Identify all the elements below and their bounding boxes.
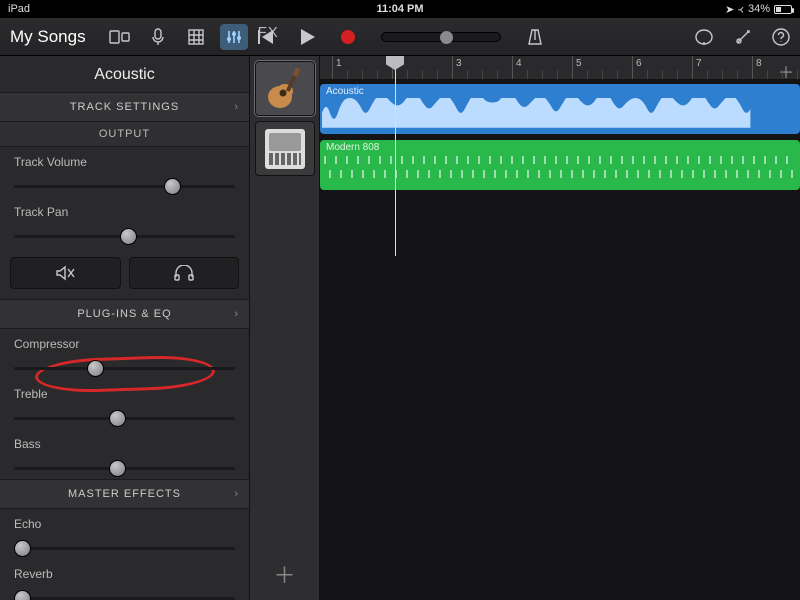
playhead[interactable] (395, 56, 396, 256)
ruler-tick: 8 (752, 56, 753, 79)
output-subheading: OUTPUT (0, 122, 249, 147)
location-icon: ➤ (725, 3, 734, 16)
plugins-eq-section[interactable]: PLUG-INS & EQ › (0, 299, 249, 329)
echo-label: Echo (14, 517, 235, 531)
grid-icon[interactable] (182, 24, 210, 50)
chevron-right-icon: › (234, 488, 239, 500)
track-volume-slider[interactable] (14, 177, 235, 195)
help-icon[interactable] (772, 28, 790, 46)
guitar-icon (263, 67, 307, 111)
track-settings-section[interactable]: TRACK SETTINGS › (0, 92, 249, 122)
region-label: Modern 808 (326, 142, 379, 153)
region-modern-808[interactable]: Modern 808 (320, 140, 800, 190)
bass-control: Bass (0, 429, 249, 479)
ruler-tick: 7 (692, 56, 693, 79)
bass-slider[interactable] (14, 459, 235, 477)
treble-control: Treble (0, 379, 249, 429)
battery-pct: 34% (748, 3, 770, 15)
reverb-label: Reverb (14, 567, 235, 581)
status-bar: iPad 11:04 PM ➤ ᚜ 34% (0, 0, 800, 18)
plugins-eq-label: PLUG-INS & EQ (77, 308, 171, 320)
drum-machine-icon (265, 129, 305, 169)
view-toggle-button[interactable] (106, 24, 134, 50)
track-name-heading: Acoustic (0, 56, 249, 92)
status-time: 11:04 PM (376, 3, 423, 15)
main-toolbar: My Songs FX (0, 18, 800, 56)
bass-label: Bass (14, 437, 235, 451)
solo-headphones-button[interactable] (129, 257, 240, 289)
waveform-icon (322, 98, 798, 128)
rewind-button[interactable] (257, 30, 275, 44)
track-header-column: ＋ (250, 56, 320, 600)
record-button[interactable] (341, 30, 355, 44)
mixer-icon[interactable] (220, 24, 248, 50)
compressor-control: Compressor (0, 329, 249, 379)
device-label: iPad (8, 3, 30, 15)
track-volume-label: Track Volume (14, 155, 235, 169)
transport-controls (257, 28, 543, 46)
treble-slider[interactable] (14, 409, 235, 427)
treble-label: Treble (14, 387, 235, 401)
echo-control: Echo (0, 509, 249, 559)
track-settings-label: TRACK SETTINGS (70, 101, 179, 113)
track-pan-control: Track Pan (0, 197, 249, 247)
ruler-tick: 3 (452, 56, 453, 79)
chevron-right-icon: › (234, 101, 239, 113)
track-volume-control: Track Volume (0, 147, 249, 197)
reverb-slider[interactable] (14, 589, 235, 600)
master-effects-label: MASTER EFFECTS (68, 488, 181, 500)
region-label: Acoustic (326, 86, 364, 97)
add-measure-button[interactable]: ＋ (778, 59, 794, 83)
compressor-slider[interactable] (14, 359, 235, 377)
ruler-tick: 6 (632, 56, 633, 79)
add-track-button[interactable]: ＋ (273, 558, 295, 590)
loop-icon[interactable] (694, 28, 714, 46)
reverb-control: Reverb (0, 559, 249, 600)
track-pan-label: Track Pan (14, 205, 235, 219)
metronome-icon[interactable] (527, 28, 543, 46)
chevron-right-icon: › (234, 308, 239, 320)
ruler-tick: 4 (512, 56, 513, 79)
ruler-tick: 5 (572, 56, 573, 79)
settings-icon[interactable] (734, 28, 752, 46)
master-volume-slider[interactable] (381, 32, 501, 42)
timeline-area[interactable]: ＋ 12345678 Acoustic Modern 808 (320, 56, 800, 600)
echo-slider[interactable] (14, 539, 235, 557)
inspector-sidebar: Acoustic TRACK SETTINGS › OUTPUT Track V… (0, 56, 250, 600)
compressor-label: Compressor (14, 337, 235, 351)
back-button[interactable]: My Songs (10, 27, 86, 47)
region-acoustic[interactable]: Acoustic (320, 84, 800, 134)
track-tile-acoustic[interactable] (255, 61, 315, 116)
mute-button[interactable] (10, 257, 121, 289)
battery-icon (774, 5, 792, 14)
play-button[interactable] (301, 29, 315, 45)
track-pan-slider[interactable] (14, 227, 235, 245)
track-tile-drummachine[interactable] (255, 121, 315, 176)
master-effects-section[interactable]: MASTER EFFECTS › (0, 479, 249, 509)
bluetooth-icon: ᚜ (738, 3, 744, 16)
microphone-icon[interactable] (144, 24, 172, 50)
ruler-tick: 1 (332, 56, 333, 79)
